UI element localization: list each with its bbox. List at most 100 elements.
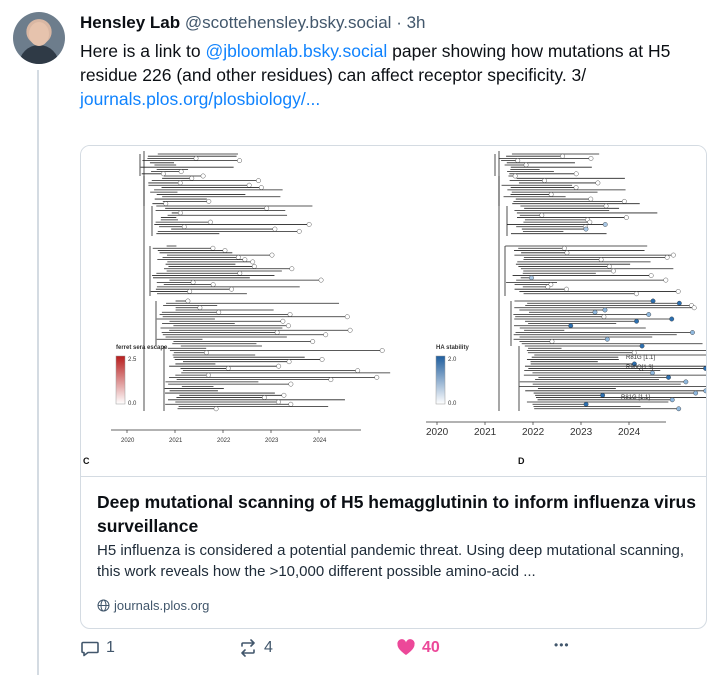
tree-tip [592,309,598,315]
tree-tip [548,192,554,197]
thread-line [37,70,39,675]
reply-icon [81,641,99,657]
card-figure: ferret sera escape 2.5 0.0 HA stability … [81,146,706,477]
post-text-before: Here is a link to [80,41,206,61]
post-text: Here is a link to @jbloomlab.bsky.social… [80,39,705,111]
repost-count: 4 [264,639,273,656]
tree-tip [204,350,209,356]
tree-tip [604,336,610,342]
tree-tip [648,273,654,278]
tree-tip [261,395,267,400]
tree-tip [328,377,334,383]
author-handle[interactable]: @scottehensley.bsky.social [185,13,392,32]
left-legend-max: 2.5 [128,357,137,363]
tree-tip [208,219,213,225]
tree-tip [703,366,706,371]
tree-tip [281,392,287,398]
tree-tip [634,318,639,324]
tree-tip [288,401,294,407]
tree-tip [250,259,256,265]
tree-tip [274,330,280,335]
tree-tip [289,266,295,272]
tree-tip [190,279,196,285]
tree-tip [229,286,234,292]
tree-tip [621,198,627,204]
tree-tip [683,379,689,385]
right-year-4: 2024 [618,427,641,438]
tree-tip [210,245,216,251]
tree-tip [669,316,675,322]
tree-tip [560,153,565,159]
tree-tip [561,245,567,251]
tree-tip [545,284,551,290]
right-year-3: 2023 [570,427,593,438]
tree-tip [258,185,264,190]
like-button[interactable]: 40 [396,638,440,658]
avatar-shoulders [19,45,59,64]
tree-tip [583,226,589,232]
author-name[interactable]: Hensley Lab [80,13,180,32]
tree-tip [568,323,574,329]
repost-button[interactable]: 4 [238,638,273,658]
annotation-3: R81G [1.1] [621,395,650,401]
tree-tip [663,277,669,283]
tree-tip [374,374,380,380]
tree-tip [189,175,195,181]
card-title[interactable]: Deep mutational scanning of H5 hemagglut… [97,490,697,538]
tree-tip [542,178,547,184]
post-link[interactable]: journals.plos.org/plosbiology/... [80,89,320,109]
tree-tip [703,388,706,394]
tree-tip [355,368,361,374]
separator: · [396,13,402,32]
tree-tip [344,314,350,320]
tree-tip [671,252,676,258]
avatar[interactable] [13,12,65,64]
tree-tip [623,215,629,220]
right-legend-bar [435,355,446,405]
tree-tip [676,300,682,306]
card-domain-text: journals.plos.org [114,598,210,613]
tree-tip [264,205,270,211]
tree-tip [237,158,242,164]
tree-tip [287,312,293,317]
more-icon: ••• [554,638,570,652]
tree-tip [318,277,324,283]
reply-button[interactable]: 1 [80,638,115,658]
tree-tip [181,224,187,230]
phylogenetic-tree-figure: ferret sera escape 2.5 0.0 HA stability … [83,151,706,466]
left-panel-label: C [83,456,90,466]
post-time[interactable]: 3h [407,13,426,32]
tree-tip [650,370,655,376]
tree-tip [200,173,206,179]
tree-tip [210,282,216,288]
post-actions: 1 4 40 ••• [80,638,600,662]
left-legend-bar [115,355,126,405]
tree-tip [235,254,241,260]
tree-tip [187,289,193,294]
tree-tip [669,397,675,403]
tree-tip [573,185,579,190]
author-line: Hensley Lab @scottehensley.bsky.social ·… [80,12,705,34]
tree-tip [296,228,302,234]
tree-tip [583,401,589,407]
tree-tip [216,309,222,315]
right-year-2: 2022 [522,427,545,438]
tree-tip [676,406,682,412]
tree-tip [690,330,695,335]
tree-tip [288,381,294,387]
tree-tip [280,318,286,324]
link-card[interactable]: ferret sera escape 2.5 0.0 HA stability … [80,145,707,629]
tree-tip [602,222,608,227]
right-legend-min: 0.0 [448,401,457,407]
left-legend-min: 0.0 [128,401,137,407]
card-domain: journals.plos.org [97,598,209,613]
tree-tip [650,298,656,304]
left-legend-title: ferret sera escape [116,345,168,351]
tree-tip [601,314,607,320]
mention-link[interactable]: @jbloomlab.bsky.social [205,41,387,61]
annotation-1: R81G [1.1] [626,355,655,361]
tree-tip [206,198,212,204]
right-year-0: 2020 [426,427,449,438]
left-year-0: 2020 [121,438,135,444]
more-options-button[interactable]: ••• [554,638,570,652]
